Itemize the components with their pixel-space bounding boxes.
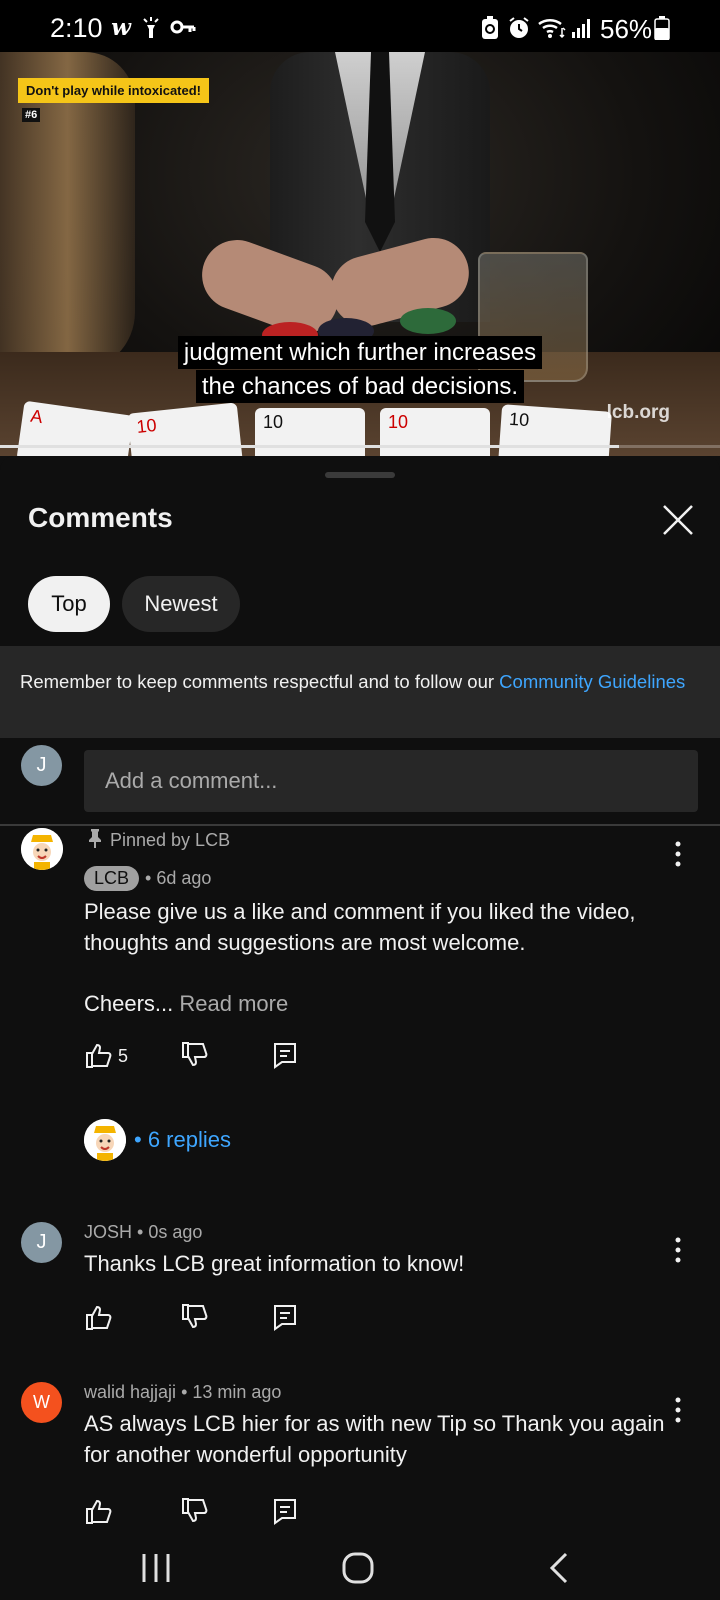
caption-line: the chances of bad decisions. [195, 370, 525, 403]
comment-time: 6d ago [156, 868, 212, 888]
back-icon[interactable] [540, 1548, 580, 1588]
comment-line: Please give us a like and comment if you… [84, 899, 636, 924]
recent-apps-icon[interactable] [136, 1548, 176, 1588]
add-comment-input[interactable]: Add a comment... [84, 750, 698, 812]
comment-line: AS always LCB hier for as with new Tip s… [84, 1411, 665, 1436]
comment-line: Cheers... [84, 991, 174, 1016]
comment-meta: walid hajjaji • 13 min ago [84, 1382, 282, 1403]
dislike-icon[interactable] [180, 1496, 210, 1526]
replies-count: 6 replies [147, 1127, 231, 1152]
warning-number: #6 [22, 108, 41, 122]
comments-panel: Comments Top Newest Remember to keep com… [0, 456, 720, 1536]
divider [0, 824, 720, 826]
reply-icon[interactable] [270, 1496, 300, 1526]
comment-time: 13 min ago [192, 1382, 282, 1402]
lcb-reply-avatar [84, 1119, 126, 1161]
pinned-label: Pinned by LCB [88, 828, 230, 853]
replies-link[interactable]: • 6 replies [84, 1118, 231, 1162]
comment-text: Please give us a like and comment if you… [84, 896, 636, 1019]
close-icon[interactable] [660, 502, 696, 538]
drag-handle[interactable] [325, 472, 395, 478]
filter-newest-chip[interactable]: Newest [122, 576, 240, 632]
like-icon[interactable] [84, 1302, 114, 1332]
read-more-link[interactable]: Read more [179, 991, 288, 1016]
more-options-icon[interactable] [660, 1232, 696, 1268]
like-icon[interactable] [84, 1040, 114, 1070]
warning-label: Don't play while intoxicated! [18, 78, 209, 103]
comment-item: Pinned by LCB LCB • 6d ago Please give u… [0, 828, 720, 1188]
guidelines-banner: Remember to keep comments respectful and… [0, 646, 720, 738]
pin-icon [88, 828, 102, 853]
lcb-avatar[interactable] [21, 828, 63, 870]
dislike-icon[interactable] [180, 1040, 210, 1070]
w-app-icon: w [111, 14, 131, 41]
comment-time: 0s ago [148, 1222, 203, 1242]
comment-text: Thanks LCB great information to know! [84, 1248, 464, 1279]
flashlight-icon [140, 16, 162, 40]
user-avatar[interactable]: J [21, 745, 62, 786]
comment-line: thoughts and suggestions are most welcom… [84, 930, 526, 955]
system-nav-bar [0, 1536, 720, 1600]
comment-author[interactable]: walid hajjaji [84, 1382, 176, 1403]
filter-top-chip[interactable]: Top [28, 576, 110, 632]
comment-item: W walid hajjaji • 13 min ago AS always L… [0, 1382, 720, 1536]
signal-icon [571, 16, 593, 38]
home-icon[interactable] [338, 1548, 378, 1588]
like-count: 5 [118, 1046, 129, 1066]
reply-icon[interactable] [270, 1040, 300, 1070]
like-icon[interactable] [84, 1496, 114, 1526]
status-bar: 2:10 w 56% [0, 0, 720, 52]
comment-line: Thanks LCB great information to know! [84, 1251, 465, 1276]
caption-line: judgment which further increases [177, 336, 543, 369]
battery-icon [654, 16, 670, 40]
wifi-icon [537, 16, 567, 40]
community-guidelines-link[interactable]: Community Guidelines [499, 671, 685, 692]
pinned-text: Pinned by LCB [110, 830, 231, 850]
alarm-icon [507, 16, 531, 40]
comments-title: Comments [28, 502, 173, 533]
comment-avatar[interactable]: W [21, 1382, 62, 1423]
battery-saver-icon [480, 16, 500, 40]
comment-avatar[interactable]: J [21, 1222, 62, 1263]
video-watermark: lcb.org [606, 402, 670, 423]
more-options-icon[interactable] [660, 836, 696, 872]
comment-line: for another wonderful opportunity [84, 1442, 407, 1467]
dislike-icon[interactable] [180, 1302, 210, 1332]
guidelines-text: Remember to keep comments respectful and… [20, 671, 500, 692]
battery-percentage: 56% [600, 14, 653, 44]
video-player[interactable]: A 10 10 10 10 Don't play while intoxicat… [0, 52, 720, 456]
comment-item: J JOSH • 0s ago Thanks LCB great informa… [0, 1222, 720, 1362]
comment-author[interactable]: JOSH [84, 1222, 132, 1243]
author-badge[interactable]: LCB [84, 866, 140, 891]
video-caption: judgment which further increases the cha… [0, 336, 720, 404]
comment-text: AS always LCB hier for as with new Tip s… [84, 1408, 664, 1470]
more-options-icon[interactable] [660, 1392, 696, 1428]
comment-meta: LCB • 6d ago [84, 866, 211, 891]
video-progress-fill [0, 445, 620, 448]
video-progress-bar[interactable] [0, 445, 720, 448]
reply-icon[interactable] [270, 1302, 300, 1332]
comment-meta: JOSH • 0s ago [84, 1222, 203, 1243]
key-icon [170, 16, 196, 38]
status-time: 2:10 [50, 13, 103, 43]
